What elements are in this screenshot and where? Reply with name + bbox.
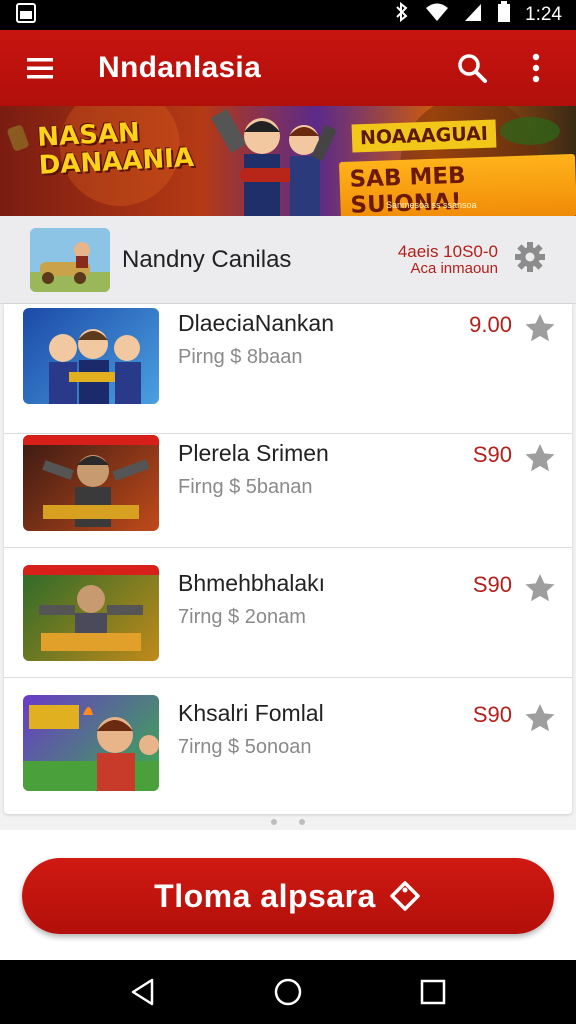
item-price: S90 xyxy=(472,702,512,727)
item-price: S90 xyxy=(472,442,512,467)
status-bar: 1:24 xyxy=(0,0,576,30)
featured-header[interactable]: Nandny Canilas 4aeis 10S0-0 Aca inmaoun xyxy=(0,216,576,304)
item-thumbnail xyxy=(23,695,159,791)
item-thumbnail xyxy=(23,565,159,661)
featured-meta-line1: 4aeis 10S0-0 xyxy=(397,241,498,261)
image-icon xyxy=(16,2,36,28)
page-dot xyxy=(271,819,277,825)
item-price: S90 xyxy=(472,572,512,597)
banner-small-text: Sanmesoa ss ssansoa xyxy=(386,200,477,210)
tag-icon xyxy=(388,879,422,913)
item-name: DlaeciaNankan xyxy=(178,310,334,336)
item-name: Bhmehbhalakı xyxy=(178,570,326,596)
back-icon[interactable] xyxy=(123,972,163,1012)
app-title: Nndanlasia xyxy=(98,51,262,84)
item-price: 9.00 xyxy=(469,312,512,337)
star-icon[interactable] xyxy=(524,702,556,734)
star-icon[interactable] xyxy=(524,312,556,344)
item-name: Plerela Srimen xyxy=(178,440,329,466)
signal-icon xyxy=(463,2,483,28)
list-item[interactable]: Plerela Srimen Firng $ 5banan S90 xyxy=(4,418,572,548)
featured-thumbnail xyxy=(30,227,110,292)
more-vert-icon[interactable] xyxy=(518,50,554,86)
item-subtitle: Pirng $ 8baan xyxy=(178,346,303,368)
promo-banner[interactable]: NASAN DANAANIA NOAAAGUAI SAB MEB SUIONA!… xyxy=(0,106,576,216)
featured-title: Nandny Canilas xyxy=(122,245,292,273)
wifi-icon xyxy=(425,2,449,28)
banner-tag-top: NOAAAGUAI xyxy=(351,119,497,153)
search-icon[interactable] xyxy=(454,50,490,86)
list-item[interactable]: Khsalri Fomlal 7irng $ 5onoan S90 xyxy=(4,678,572,808)
item-subtitle: Firng $ 5banan xyxy=(178,476,313,498)
featured-meta-line2: Aca inmaoun xyxy=(410,259,498,277)
list-item[interactable]: DlaeciaNankan Pirng $ 8baan 9.00 xyxy=(4,304,572,434)
cta-label: Tloma alpsara xyxy=(154,877,376,914)
status-time: 1:24 xyxy=(525,4,562,25)
bottom-area: Tloma alpsara xyxy=(0,830,576,960)
item-subtitle: 7irng $ 2onam xyxy=(178,606,306,628)
featured-meta: 4aeis 10S0-0 Aca inmaoun xyxy=(398,243,498,277)
banner-title: NASAN DANAANIA xyxy=(36,117,195,181)
battery-icon xyxy=(497,1,511,29)
home-icon[interactable] xyxy=(268,972,308,1012)
system-nav-bar xyxy=(0,960,576,1024)
app-bar: Nndanlasia xyxy=(0,30,576,106)
banner-characters xyxy=(211,109,337,216)
item-subtitle: 7irng $ 5onoan xyxy=(178,736,312,758)
menu-icon[interactable] xyxy=(22,50,58,86)
primary-action-button[interactable]: Tloma alpsara xyxy=(22,858,554,934)
game-list: DlaeciaNankan Pirng $ 8baan 9.00 Plerela… xyxy=(4,304,572,814)
item-name: Khsalri Fomlal xyxy=(178,700,324,726)
gear-icon[interactable] xyxy=(514,241,546,278)
bluetooth-icon xyxy=(393,1,411,28)
item-thumbnail xyxy=(23,308,159,404)
list-item[interactable]: Bhmehbhalakı 7irng $ 2onam S90 xyxy=(4,548,572,678)
recents-icon[interactable] xyxy=(413,972,453,1012)
page-dot xyxy=(299,819,305,825)
star-icon[interactable] xyxy=(524,572,556,604)
page-indicator xyxy=(0,814,576,830)
item-thumbnail xyxy=(23,435,159,531)
star-icon[interactable] xyxy=(524,442,556,474)
